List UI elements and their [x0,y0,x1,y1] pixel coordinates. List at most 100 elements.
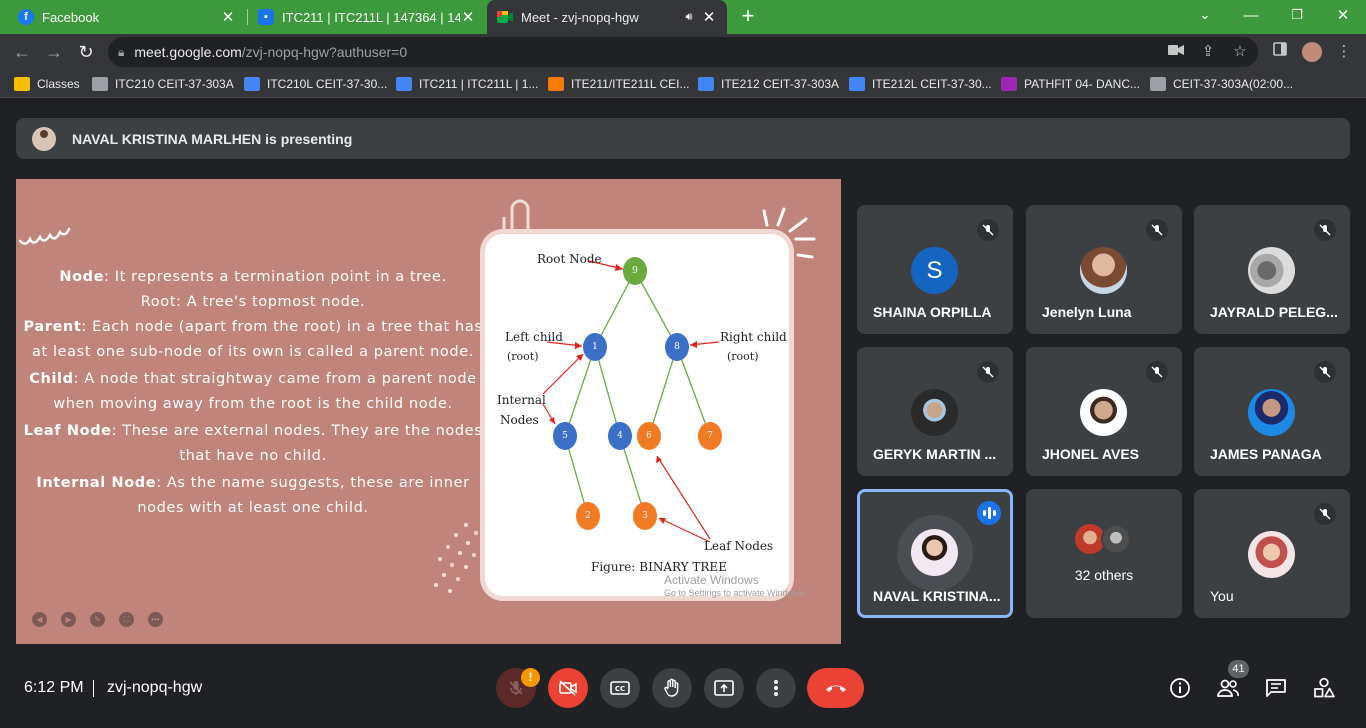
bookmark-item[interactable]: CEIT-37-303A(02:00... [1150,76,1293,92]
tree-node-root: 9 [623,257,647,285]
share-icon[interactable]: ⇪ [1198,42,1218,62]
fullscreen-icon[interactable]: ⛶ [119,612,134,627]
self-tile[interactable]: You [1194,489,1350,618]
profile-avatar[interactable] [1302,42,1322,62]
participant-tile[interactable]: JHONEL AVES [1026,347,1182,476]
restore-icon[interactable]: ❐ [1274,0,1320,30]
minimize-icon[interactable]: — [1228,0,1274,30]
slide-definitions: Node: It represents a termination point … [23,269,483,516]
tree-node: 7 [698,422,722,450]
bookmark-item[interactable]: ITE212 CEIT-37-303A [698,76,839,92]
presenter-avatar [32,126,56,151]
chat-icon[interactable] [1264,676,1288,700]
classroom-icon [14,77,30,91]
next-slide-icon[interactable]: ▶ [61,612,76,627]
user-icon [849,77,865,91]
new-tab-button[interactable]: + [736,4,760,28]
present-now-button[interactable] [704,668,744,708]
bookmark-item[interactable]: PATHFIT 04- DANC... [1001,76,1140,92]
tree-node: 5 [553,422,577,450]
participant-tile-active-speaker[interactable]: NAVAL KRISTINA... [857,489,1013,618]
bookmark-item[interactable]: ITC210L CEIT-37-30... [244,76,387,92]
speaker-icon[interactable]: 🔊︎ [677,11,701,24]
participant-name: Jenelyn Luna [1042,304,1132,320]
bookmark-item[interactable]: Classes [14,76,80,92]
page-icon [1150,77,1166,91]
avatar [1248,247,1295,294]
tab-meet[interactable]: Meet - zvj-nopq-hgw 🔊︎ ✕ [487,0,727,34]
camera-off-icon [559,680,577,696]
raise-hand-button[interactable] [652,668,692,708]
activate-windows-subtext: Go to Settings to activate Windows. [664,588,807,598]
others-tile[interactable]: 32 others [1026,489,1182,618]
bookmarks-bar: Classes ITC210 CEIT-37-303A ITC210L CEIT… [0,70,1366,98]
meeting-details-icon[interactable] [1168,676,1192,700]
avatar [1080,389,1127,436]
close-tab-icon[interactable]: ✕ [701,8,717,26]
present-icon [714,680,734,696]
people-count-badge: 41 [1228,660,1249,678]
tab-title: Meet - zvj-nopq-hgw [521,9,639,25]
mic-off-icon [1314,219,1336,241]
tab-classroom[interactable]: ▪ ITC211 | ITC211L | 147364 | 14736 ✕ [248,0,486,34]
camera-in-use-icon[interactable] [1166,42,1186,62]
bookmark-star-icon[interactable]: ☆ [1230,42,1250,62]
more-options-button[interactable] [756,668,796,708]
bookmark-item[interactable]: ITC211 | ITC211L | 1... [396,76,538,92]
participant-tile[interactable]: Jenelyn Luna [1026,205,1182,334]
mic-off-icon [1146,219,1168,241]
tab-search-icon[interactable]: ⌄ [1182,0,1228,30]
bookmark-item[interactable]: ITE211/ITE211L CEI... [548,76,690,92]
activities-icon[interactable] [1312,676,1336,700]
address-bar[interactable]: 🔒︎ meet.google.com /zvj-nopq-hgw?authuse… [108,37,1258,67]
meet-icon [497,9,513,25]
more-options-icon[interactable]: ••• [148,612,163,627]
participant-name: You [1210,588,1234,604]
avatar: S [911,247,958,294]
captions-button[interactable]: CC [600,668,640,708]
participant-name: GERYK MARTIN ... [873,446,997,462]
participant-tile[interactable]: GERYK MARTIN ... [857,347,1013,476]
figure-caption: Figure: BINARY TREE [591,560,727,574]
root-node-label: Root Node [537,252,602,266]
hand-icon [664,678,679,697]
reload-icon[interactable]: ↻ [73,39,99,65]
close-tab-icon[interactable]: ✕ [460,8,476,26]
hang-up-icon [825,685,846,692]
bookmark-item[interactable]: ITC210 CEIT-37-303A [92,76,234,92]
participant-tile[interactable]: JAMES PANAGA [1194,347,1350,476]
close-window-icon[interactable]: ✕ [1320,0,1366,30]
tab-title: ITC211 | ITC211L | 147364 | 14736 [282,9,460,25]
back-icon[interactable]: ← [9,39,35,65]
leave-call-button[interactable] [807,668,864,708]
tab-title: Facebook [42,9,100,25]
classroom-icon: ▪ [258,9,274,25]
camera-toggle-button[interactable] [548,668,588,708]
presenting-text: NAVAL KRISTINA MARLHEN is presenting [72,130,353,147]
participant-name: JHONEL AVES [1042,446,1139,462]
mic-off-icon [1146,361,1168,383]
tree-node-right: 8 [665,333,689,361]
forward-icon[interactable]: → [41,39,67,65]
tree-node-leaf: 2 [576,502,600,530]
prev-slide-icon[interactable]: ◀ [32,612,47,627]
participant-tile[interactable]: S SHAINA ORPILLA [857,205,1013,334]
avatar [911,529,958,576]
user-icon [396,77,412,91]
participant-tile[interactable]: JAYRALD PELEG... [1194,205,1350,334]
tree-node-leaf: 3 [633,502,657,530]
chrome-menu-icon[interactable]: ⋮ [1334,42,1354,62]
mic-off-icon [1314,361,1336,383]
browser-tab-strip: f Facebook ✕ ▪ ITC211 | ITC211L | 147364… [0,0,1366,34]
close-tab-icon[interactable]: ✕ [220,8,236,26]
people-icon[interactable] [1216,676,1240,700]
side-panel-icon[interactable] [1270,42,1290,62]
binary-tree-figure: 9 1 8 5 4 6 7 2 3 Root Node Left child (… [485,234,789,596]
bookmark-item[interactable]: ITE212L CEIT-37-30... [849,76,992,92]
tab-facebook[interactable]: f Facebook ✕ [8,0,246,34]
internal-nodes-label: Nodes [500,413,539,427]
speaking-indicator-icon [977,501,1001,525]
avatar [1248,531,1295,578]
tree-node-left: 1 [583,333,607,361]
pen-icon[interactable]: ✎ [90,612,105,627]
